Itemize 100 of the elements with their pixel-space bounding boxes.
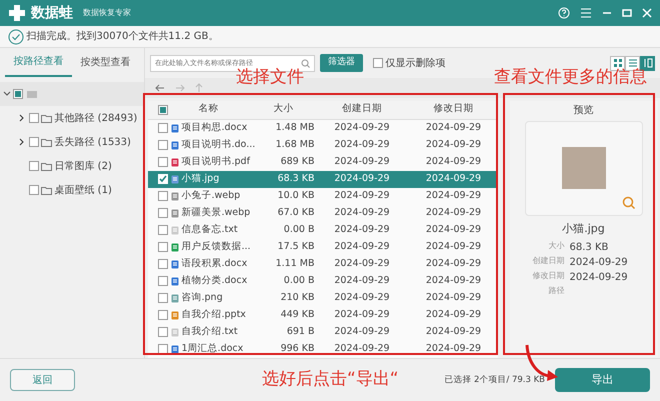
file-row[interactable]: 新疆美景.webp 67.0 KB 2024-09-29 2024-09-29 [148, 204, 498, 222]
file-row[interactable]: 自我介绍.pptx 449 KB 2024-09-29 2024-09-29 [148, 306, 498, 324]
checkbox[interactable] [158, 157, 168, 167]
file-row[interactable]: 自我介绍.txt 691 B 2024-09-29 2024-09-29 [148, 324, 498, 340]
tree-item-label[interactable]: 丢失路径 (1533) [54, 134, 131, 150]
file-name: 新疆美景.webp [182, 206, 250, 220]
tree-item-label[interactable]: 日常图库 (2) [54, 158, 112, 174]
spreadsheet-file-icon [170, 242, 178, 252]
file-name: 自我介绍.pptx [182, 308, 246, 322]
file-row[interactable]: 咨询.png 210 KB 2024-09-29 2024-09-29 [148, 290, 498, 306]
image-file-icon [170, 208, 178, 218]
checkbox[interactable] [13, 89, 23, 99]
file-row[interactable]: 信息备忘.txt 0.00 B 2024-09-29 2024-09-29 [148, 222, 498, 238]
filter-button[interactable]: 筛选器 [320, 54, 363, 72]
tree-item[interactable] [0, 82, 144, 106]
modified-date: 2024-09-29 [424, 308, 482, 322]
checkbox[interactable] [158, 225, 168, 235]
list-view-icon [628, 58, 638, 68]
checkbox[interactable] [158, 259, 168, 269]
created-date: 2024-09-29 [333, 206, 391, 220]
view-mode-button[interactable] [610, 56, 625, 70]
doc-file-icon [170, 276, 178, 286]
detail-label: 创建日期 [532, 254, 564, 266]
file-row[interactable]: 植物分类.docx 0.00 B 2024-09-29 2024-09-29 [148, 272, 498, 290]
detail-label: 路径 [548, 284, 564, 296]
checkbox-label: 仅显示删除项 [386, 56, 446, 70]
file-size: 449 KB [280, 308, 314, 322]
modified-date: 2024-09-29 [424, 256, 482, 271]
file-name: 项目说明书.do... [182, 138, 256, 152]
menu-icon[interactable] [580, 8, 592, 18]
checkbox[interactable] [158, 104, 168, 114]
file-row[interactable]: 小猫.jpg 68.3 KB 2024-09-29 2024-09-29 [148, 170, 498, 188]
checkbox[interactable] [158, 344, 168, 354]
folder-icon [41, 138, 52, 146]
text-file-icon [170, 328, 178, 336]
export-button[interactable]: 导出 [555, 368, 650, 392]
created-date: 2024-09-29 [333, 138, 391, 152]
checkbox[interactable] [158, 327, 168, 337]
help-icon[interactable] [558, 7, 570, 19]
image-file-icon [170, 174, 178, 184]
checkbox[interactable] [373, 58, 383, 68]
up-arrow-icon[interactable] [195, 83, 203, 93]
modified-date: 2024-09-29 [424, 342, 482, 356]
checkbox[interactable] [158, 191, 168, 201]
pdf-file-icon [170, 158, 178, 166]
maximize-icon[interactable] [622, 8, 632, 18]
checkbox[interactable] [158, 174, 168, 184]
checkbox[interactable] [28, 161, 38, 171]
created-date: 2024-09-29 [333, 172, 391, 186]
file-row[interactable]: 项目构思.docx 1.48 MB 2024-09-29 2024-09-29 [148, 120, 498, 136]
file-name: 项目构思.docx [182, 120, 248, 135]
checkbox[interactable] [158, 208, 168, 218]
checkbox[interactable] [158, 276, 168, 286]
file-row[interactable]: 项目说明书.pdf 689 KB 2024-09-29 2024-09-29 [148, 154, 498, 170]
created-date: 2024-09-29 [333, 290, 391, 305]
file-size: 210 KB [280, 290, 314, 305]
forward-arrow-icon[interactable] [175, 84, 185, 92]
file-row[interactable]: 用户反馈数据... 17.5 KB 2024-09-29 2024-09-29 [148, 238, 498, 256]
file-name: 语段积累.docx [182, 256, 248, 271]
checkbox[interactable] [28, 137, 38, 147]
file-size: 17.5 KB [276, 240, 314, 254]
checkbox[interactable] [158, 310, 168, 320]
doc-file-icon [170, 140, 178, 150]
file-name: 咨询.png [182, 290, 223, 305]
file-size: 0.00 B [282, 274, 314, 288]
detail-value: 2024-09-29 [570, 256, 628, 270]
detail-label: 修改日期 [532, 270, 564, 282]
checkbox[interactable] [158, 140, 168, 150]
view-tab[interactable]: 按类型查看 [72, 48, 139, 77]
back-arrow-icon[interactable] [155, 84, 165, 92]
file-row[interactable]: 小兔子.webp 10.0 KB 2024-09-29 2024-09-29 [148, 188, 498, 204]
zoom-icon[interactable] [622, 196, 636, 210]
slides-file-icon [170, 310, 178, 320]
close-icon[interactable] [642, 8, 652, 18]
image-file-icon [170, 294, 178, 302]
cross-logo-icon [8, 4, 26, 22]
file-row[interactable]: 语段积累.docx 1.11 MB 2024-09-29 2024-09-29 [148, 256, 498, 272]
modified-date: 2024-09-29 [424, 188, 482, 203]
tree-item-label[interactable]: 其他路径 (28493) [54, 110, 138, 126]
file-name: 用户反馈数据... [182, 240, 251, 254]
modified-date: 2024-09-29 [424, 240, 482, 254]
modified-date: 2024-09-29 [424, 222, 482, 237]
created-date: 2024-09-29 [333, 324, 391, 339]
detail-value: 2024-09-29 [570, 270, 628, 284]
drive-icon [26, 89, 38, 99]
checkbox[interactable] [158, 123, 168, 133]
checkbox[interactable] [158, 293, 168, 303]
back-button[interactable]: 返回 [10, 369, 75, 391]
checkbox[interactable] [158, 242, 168, 252]
file-row[interactable]: 1周汇总.docx 996 KB 2024-09-29 2024-09-29 [148, 340, 498, 358]
checkbox[interactable] [28, 113, 38, 123]
checkbox[interactable] [28, 185, 38, 195]
app-name: 数据蛙 [31, 4, 73, 22]
tree-item-label[interactable]: 桌面壁纸 (1) [54, 182, 112, 198]
folder-icon [41, 114, 52, 122]
column-header: 名称 [198, 102, 218, 116]
view-tab[interactable]: 按路径查看 [5, 48, 72, 77]
column-header: 大小 [274, 103, 294, 114]
file-row[interactable]: 项目说明书.do... 1.68 MB 2024-09-29 2024-09-29 [148, 136, 498, 154]
app-subtitle: 数据恢复专家 [83, 7, 131, 19]
